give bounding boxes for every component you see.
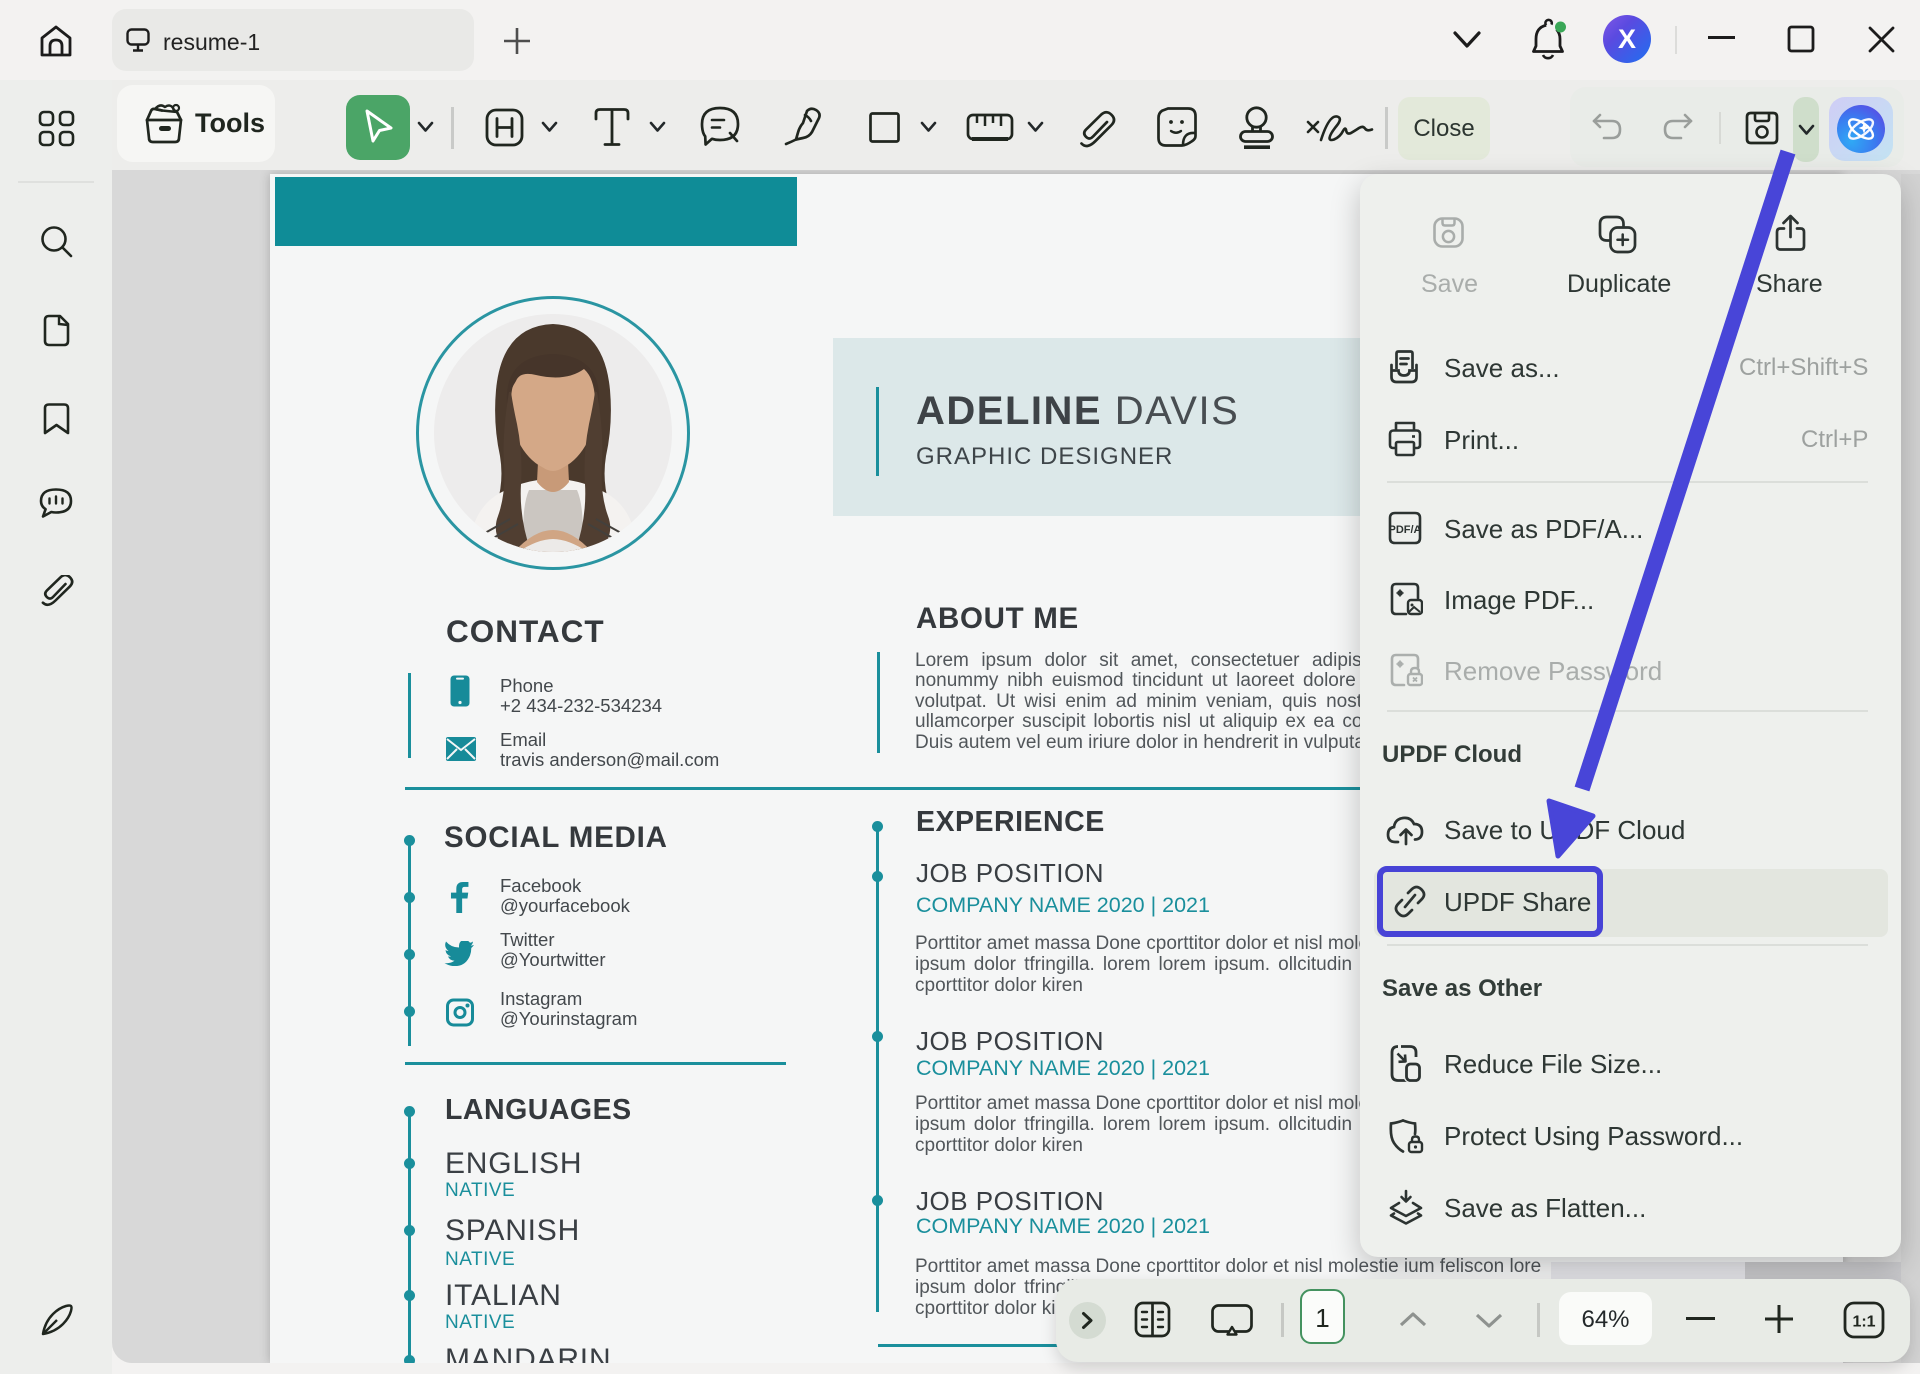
- svg-text:1:1: 1:1: [1852, 1314, 1875, 1331]
- svg-text:PDF/A: PDF/A: [1389, 524, 1422, 536]
